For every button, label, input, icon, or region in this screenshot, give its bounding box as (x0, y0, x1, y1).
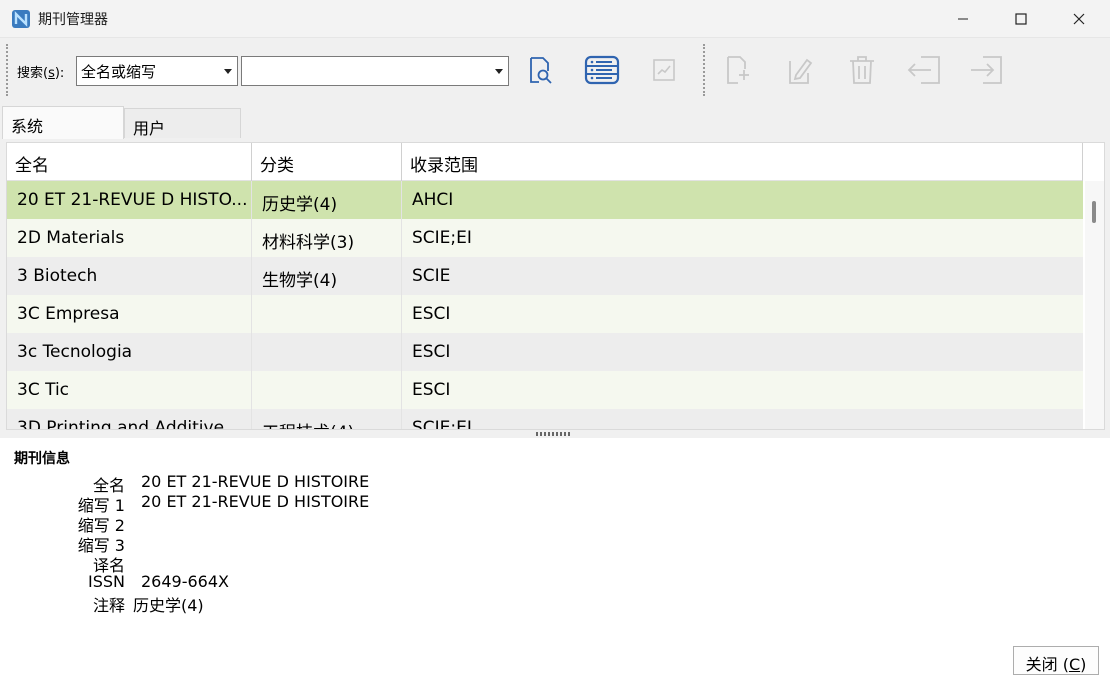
cell-coverage: SCIE (412, 266, 451, 286)
table-row[interactable]: 3c Tecnologia ESCI (7, 333, 1083, 371)
maximize-button[interactable] (992, 0, 1050, 38)
panel-splitter[interactable] (0, 430, 1110, 438)
list-view-button[interactable] (582, 52, 622, 88)
journal-info-panel: 期刊信息 全名 20 ET 21-REVUE D HISTOIRE 缩写 1 2… (0, 438, 1110, 686)
delete-button[interactable] (842, 52, 882, 88)
import-icon (907, 56, 940, 84)
add-button[interactable] (718, 52, 758, 88)
info-value: 20 ET 21-REVUE D HISTOIRE (141, 492, 370, 511)
cell-coverage: SCIE;EI (412, 228, 472, 248)
scrollbar-thumb[interactable] (1092, 201, 1096, 223)
search-button[interactable] (520, 52, 560, 88)
cell-full-name: 3c Tecnologia (7, 333, 252, 371)
cell-full-name: 20 ET 21-REVUE D HISTO... (7, 181, 252, 219)
column-header-full-name[interactable]: 全名 (7, 143, 252, 181)
chevron-down-icon (495, 69, 503, 74)
info-panel-title: 期刊信息 (14, 451, 70, 467)
tab-system[interactable]: 系统 (2, 106, 124, 139)
cell-full-name: 3D Printing and Additive... (7, 409, 252, 429)
grip-icon (536, 432, 570, 436)
search-field-select[interactable]: 全名或缩写 (76, 56, 238, 86)
table-row[interactable]: 3D Printing and Additive... 工程技术(4) SCIE… (7, 409, 1083, 430)
search-list-icon (530, 57, 552, 84)
vertical-scrollbar[interactable] (1085, 181, 1104, 429)
edit-icon (789, 58, 813, 84)
chevron-down-icon (224, 69, 232, 74)
trash-icon (850, 56, 874, 84)
add-icon (727, 56, 749, 84)
cell-coverage: ESCI (412, 342, 451, 362)
column-header-category[interactable]: 分类 (252, 143, 402, 181)
app-logo-icon (12, 10, 30, 28)
cell-full-name: 3C Tic (7, 371, 252, 409)
cell-full-name: 2D Materials (7, 219, 252, 257)
cell-coverage: ESCI (412, 304, 451, 324)
cell-full-name: 3 Biotech (7, 257, 252, 295)
info-value: 历史学(4) (133, 596, 204, 615)
search-query-combo[interactable] (241, 56, 509, 86)
cell-coverage: AHCI (412, 190, 454, 210)
journal-table: 全名 分类 收录范围 20 ET 21-REVUE D HISTO... 历史学… (6, 142, 1105, 430)
tab-user[interactable]: 用户 (124, 108, 241, 138)
import-button[interactable] (904, 52, 944, 88)
table-row[interactable]: 20 ET 21-REVUE D HISTO... 历史学(4) AHCI (7, 181, 1083, 219)
table-row[interactable]: 3C Empresa ESCI (7, 295, 1083, 333)
cell-category: 工程技术(4) (252, 409, 402, 429)
list-view-icon (584, 55, 620, 85)
info-value: 2649-664X (141, 572, 229, 591)
info-label: ISSN (88, 572, 125, 591)
close-window-button[interactable] (1050, 0, 1108, 38)
tab-bar: 系统 用户 (0, 104, 1110, 139)
table-header: 全名 分类 收录范围 (7, 143, 1083, 181)
export-button[interactable] (966, 52, 1006, 88)
cell-category (252, 295, 402, 333)
search-field-value: 全名或缩写 (81, 63, 157, 81)
cell-coverage: SCIE;EI (412, 418, 472, 430)
toolbar: 搜索(s): 全名或缩写 (0, 38, 1110, 104)
table-row[interactable]: 3C Tic ESCI (7, 371, 1083, 409)
table-row[interactable]: 2D Materials 材料科学(3) SCIE;EI (7, 219, 1083, 257)
window-title: 期刊管理器 (38, 12, 108, 28)
table-row[interactable]: 3 Biotech 生物学(4) SCIE (7, 257, 1083, 295)
info-label: 注释 (92, 596, 125, 615)
chart-button[interactable] (644, 52, 684, 88)
cell-category: 生物学(4) (252, 257, 402, 295)
column-header-coverage[interactable]: 收录范围 (402, 143, 1083, 181)
cell-category: 历史学(4) (252, 181, 402, 219)
close-icon (1073, 13, 1085, 25)
toolbar-separator-grip (703, 44, 706, 96)
close-button[interactable]: 关闭 (C) (1013, 646, 1099, 675)
minimize-icon (958, 18, 968, 20)
maximize-icon (1015, 13, 1027, 25)
cell-category (252, 371, 402, 409)
cell-coverage: ESCI (412, 380, 451, 400)
edit-button[interactable] (780, 52, 820, 88)
cell-category (252, 333, 402, 371)
cell-category: 材料科学(3) (252, 219, 402, 257)
cell-full-name: 3C Empresa (7, 295, 252, 333)
title-bar: 期刊管理器 (0, 0, 1110, 38)
toolbar-grip[interactable] (6, 44, 9, 96)
minimize-button[interactable] (934, 0, 992, 38)
chart-icon (653, 59, 675, 81)
export-icon (971, 56, 1002, 84)
search-label: 搜索(s): (17, 66, 65, 81)
info-value: 20 ET 21-REVUE D HISTOIRE (141, 472, 370, 491)
